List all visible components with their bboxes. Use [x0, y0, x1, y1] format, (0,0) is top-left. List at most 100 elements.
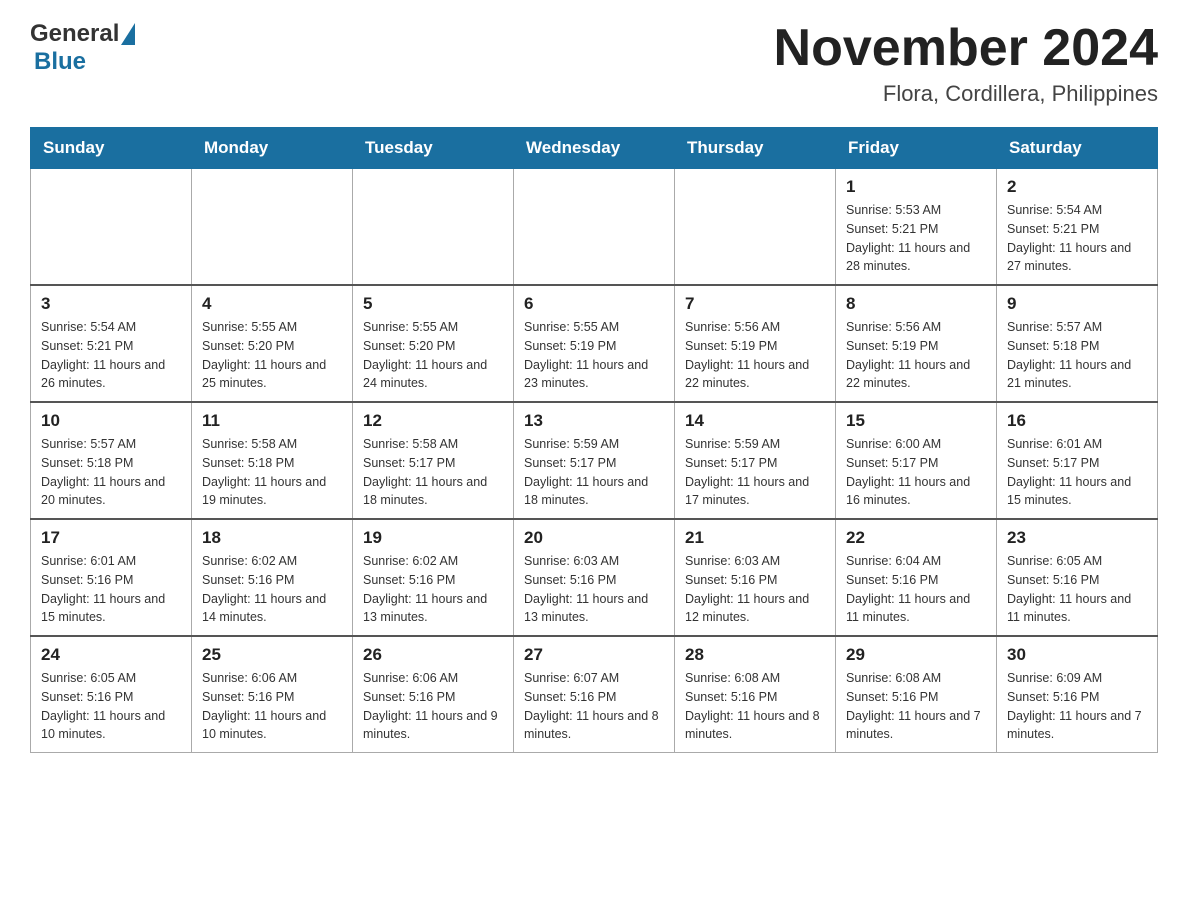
day-info: Sunrise: 5:56 AM Sunset: 5:19 PM Dayligh… [846, 318, 986, 393]
day-info: Sunrise: 5:53 AM Sunset: 5:21 PM Dayligh… [846, 201, 986, 276]
logo-blue-text: Blue [34, 48, 86, 75]
table-row: 29 Sunrise: 6:08 AM Sunset: 5:16 PM Dayli… [836, 636, 997, 753]
month-title: November 2024 [774, 20, 1158, 77]
day-info: Sunrise: 5:55 AM Sunset: 5:19 PM Dayligh… [524, 318, 664, 393]
day-info: Sunrise: 6:04 AM Sunset: 5:16 PM Dayligh… [846, 552, 986, 627]
day-info: Sunrise: 6:08 AM Sunset: 5:16 PM Dayligh… [846, 669, 986, 744]
table-row: 30 Sunrise: 6:09 AM Sunset: 5:16 PM Dayli… [997, 636, 1158, 753]
table-row: 24 Sunrise: 6:05 AM Sunset: 5:16 PM Dayli… [31, 636, 192, 753]
calendar-table: Sunday Monday Tuesday Wednesday Thursday… [30, 127, 1158, 753]
table-row: 3 Sunrise: 5:54 AM Sunset: 5:21 PM Daylig… [31, 285, 192, 402]
table-row: 23Sunrise: 6:05 AM Sunset: 5:16 PM Dayli… [997, 519, 1158, 636]
day-number: 1 [846, 177, 986, 197]
weekday-header-row: Sunday Monday Tuesday Wednesday Thursday… [31, 128, 1158, 169]
week-row-2: 3 Sunrise: 5:54 AM Sunset: 5:21 PM Daylig… [31, 285, 1158, 402]
table-row: 2 Sunrise: 5:54 AM Sunset: 5:21 PM Daylig… [997, 169, 1158, 286]
location-subtitle: Flora, Cordillera, Philippines [774, 81, 1158, 107]
day-info: Sunrise: 5:54 AM Sunset: 5:21 PM Dayligh… [41, 318, 181, 393]
table-row: 13 Sunrise: 5:59 AM Sunset: 5:17 PM Dayli… [514, 402, 675, 519]
day-number: 16 [1007, 411, 1147, 431]
table-row [192, 169, 353, 286]
day-number: 21 [685, 528, 825, 548]
header-saturday: Saturday [997, 128, 1158, 169]
day-number: 19 [363, 528, 503, 548]
day-number: 8 [846, 294, 986, 314]
header-thursday: Thursday [675, 128, 836, 169]
day-info: Sunrise: 6:01 AM Sunset: 5:16 PM Dayligh… [41, 552, 181, 627]
table-row: 19 Sunrise: 6:02 AM Sunset: 5:16 PM Dayli… [353, 519, 514, 636]
header-tuesday: Tuesday [353, 128, 514, 169]
day-info: Sunrise: 6:06 AM Sunset: 5:16 PM Dayligh… [202, 669, 342, 744]
day-info: Sunrise: 6:05 AM Sunset: 5:16 PM Dayligh… [41, 669, 181, 744]
day-number: 12 [363, 411, 503, 431]
day-info: Sunrise: 6:09 AM Sunset: 5:16 PM Dayligh… [1007, 669, 1147, 744]
table-row: 25 Sunrise: 6:06 AM Sunset: 5:16 PM Dayli… [192, 636, 353, 753]
day-info: Sunrise: 5:57 AM Sunset: 5:18 PM Dayligh… [41, 435, 181, 510]
day-info: Sunrise: 6:00 AM Sunset: 5:17 PM Dayligh… [846, 435, 986, 510]
header-wednesday: Wednesday [514, 128, 675, 169]
day-number: 27 [524, 645, 664, 665]
header-sunday: Sunday [31, 128, 192, 169]
day-number: 24 [41, 645, 181, 665]
week-row-4: 17 Sunrise: 6:01 AM Sunset: 5:16 PM Dayli… [31, 519, 1158, 636]
table-row: 7 Sunrise: 5:56 AM Sunset: 5:19 PM Daylig… [675, 285, 836, 402]
day-info: Sunrise: 5:59 AM Sunset: 5:17 PM Dayligh… [524, 435, 664, 510]
day-number: 22 [846, 528, 986, 548]
table-row: 9 Sunrise: 5:57 AM Sunset: 5:18 PM Daylig… [997, 285, 1158, 402]
day-info: Sunrise: 5:56 AM Sunset: 5:19 PM Dayligh… [685, 318, 825, 393]
day-number: 25 [202, 645, 342, 665]
logo-general-text: General [30, 20, 119, 48]
day-number: 9 [1007, 294, 1147, 314]
day-number: 29 [846, 645, 986, 665]
table-row: 16 Sunrise: 6:01 AM Sunset: 5:17 PM Dayli… [997, 402, 1158, 519]
day-info: Sunrise: 5:54 AM Sunset: 5:21 PM Dayligh… [1007, 201, 1147, 276]
day-number: 6 [524, 294, 664, 314]
table-row [353, 169, 514, 286]
day-info: Sunrise: 6:07 AM Sunset: 5:16 PM Dayligh… [524, 669, 664, 744]
day-info: Sunrise: 6:05 AM Sunset: 5:16 PM Dayligh… [1007, 552, 1147, 627]
day-number: 3 [41, 294, 181, 314]
logo: General Blue [30, 20, 135, 76]
day-info: Sunrise: 5:55 AM Sunset: 5:20 PM Dayligh… [363, 318, 503, 393]
day-info: Sunrise: 5:55 AM Sunset: 5:20 PM Dayligh… [202, 318, 342, 393]
day-info: Sunrise: 6:01 AM Sunset: 5:17 PM Dayligh… [1007, 435, 1147, 510]
day-info: Sunrise: 5:58 AM Sunset: 5:17 PM Dayligh… [363, 435, 503, 510]
day-number: 4 [202, 294, 342, 314]
table-row [675, 169, 836, 286]
table-row: 22 Sunrise: 6:04 AM Sunset: 5:16 PM Dayli… [836, 519, 997, 636]
table-row: 1 Sunrise: 5:53 AM Sunset: 5:21 PM Daylig… [836, 169, 997, 286]
table-row: 11Sunrise: 5:58 AM Sunset: 5:18 PM Dayli… [192, 402, 353, 519]
table-row: 18 Sunrise: 6:02 AM Sunset: 5:16 PM Dayli… [192, 519, 353, 636]
day-info: Sunrise: 5:57 AM Sunset: 5:18 PM Dayligh… [1007, 318, 1147, 393]
table-row: 10Sunrise: 5:57 AM Sunset: 5:18 PM Dayli… [31, 402, 192, 519]
table-row: 4 Sunrise: 5:55 AM Sunset: 5:20 PM Daylig… [192, 285, 353, 402]
table-row: 14 Sunrise: 5:59 AM Sunset: 5:17 PM Dayli… [675, 402, 836, 519]
day-info: Sunrise: 6:03 AM Sunset: 5:16 PM Dayligh… [685, 552, 825, 627]
day-info: Sunrise: 6:06 AM Sunset: 5:16 PM Dayligh… [363, 669, 503, 744]
table-row: 20Sunrise: 6:03 AM Sunset: 5:16 PM Dayli… [514, 519, 675, 636]
page-header: General Blue November 2024 Flora, Cordil… [30, 20, 1158, 107]
title-area: November 2024 Flora, Cordillera, Philipp… [774, 20, 1158, 107]
day-number: 2 [1007, 177, 1147, 197]
header-friday: Friday [836, 128, 997, 169]
day-number: 18 [202, 528, 342, 548]
day-number: 14 [685, 411, 825, 431]
day-info: Sunrise: 6:02 AM Sunset: 5:16 PM Dayligh… [202, 552, 342, 627]
day-info: Sunrise: 5:58 AM Sunset: 5:18 PM Dayligh… [202, 435, 342, 510]
day-number: 20 [524, 528, 664, 548]
week-row-3: 10Sunrise: 5:57 AM Sunset: 5:18 PM Dayli… [31, 402, 1158, 519]
day-number: 13 [524, 411, 664, 431]
table-row: 8 Sunrise: 5:56 AM Sunset: 5:19 PM Daylig… [836, 285, 997, 402]
day-number: 7 [685, 294, 825, 314]
day-info: Sunrise: 5:59 AM Sunset: 5:17 PM Dayligh… [685, 435, 825, 510]
header-monday: Monday [192, 128, 353, 169]
day-number: 30 [1007, 645, 1147, 665]
table-row: 28Sunrise: 6:08 AM Sunset: 5:16 PM Dayli… [675, 636, 836, 753]
day-info: Sunrise: 6:02 AM Sunset: 5:16 PM Dayligh… [363, 552, 503, 627]
table-row: 15Sunrise: 6:00 AM Sunset: 5:17 PM Dayli… [836, 402, 997, 519]
table-row [514, 169, 675, 286]
table-row [31, 169, 192, 286]
day-number: 17 [41, 528, 181, 548]
logo-triangle-icon [121, 23, 135, 45]
table-row: 27 Sunrise: 6:07 AM Sunset: 5:16 PM Dayli… [514, 636, 675, 753]
